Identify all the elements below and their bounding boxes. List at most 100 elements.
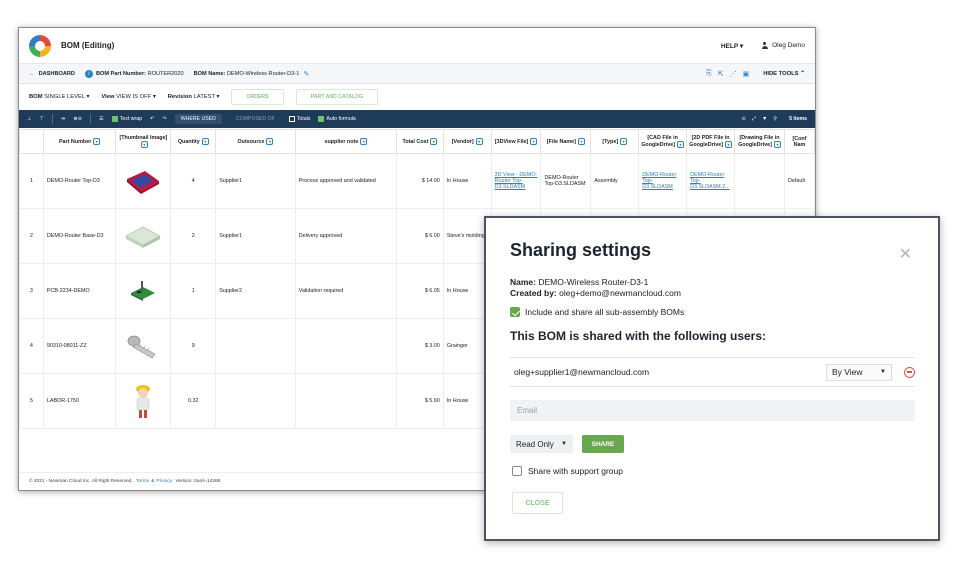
close-button[interactable]: CLOSE [512, 492, 563, 514]
share-icon[interactable]: ⋰ [730, 70, 737, 78]
part-number-cell[interactable]: PCB-2234-DEMO [42, 263, 117, 319]
user-permission-select[interactable]: By View ▼ [826, 363, 892, 381]
col-header[interactable]: supplier note ▾ [294, 129, 398, 154]
thumbnail-cell[interactable] [115, 373, 172, 429]
export-icon[interactable]: ⎘ [706, 70, 712, 78]
quantity-cell[interactable]: 1 [170, 263, 217, 319]
composed-of-button[interactable]: COMPOSED OF [230, 114, 281, 124]
email-input[interactable] [510, 400, 915, 421]
col-header[interactable]: [CAD File in GoogleDrive] ▾ [638, 129, 688, 154]
back-arrow-icon[interactable]: ← [29, 71, 35, 77]
part-catalog-button[interactable]: PART AND CATALOG [295, 89, 379, 105]
pdf-file-link[interactable]: DEMO-Router Top-D3.SLDASM.2... [686, 153, 736, 209]
col-header[interactable]: Part Number ▾ [42, 129, 117, 154]
col-header[interactable]: [Drawing File in GoogleDrive] ▾ [734, 129, 785, 154]
quantity-cell[interactable]: 4 [170, 153, 217, 209]
supplier-note-cell[interactable]: Validation required [294, 263, 398, 319]
orders-button[interactable]: ORDERS [231, 89, 284, 105]
column-filter-icon[interactable]: ▾ [725, 141, 733, 148]
part-number-cell[interactable]: 90310-08011-ZZ [42, 318, 117, 374]
quantity-cell[interactable]: 9 [170, 318, 217, 374]
view-dropdown[interactable]: View VIEW IS OFF ▾ [101, 94, 155, 100]
add-row-icon[interactable]: ⊕⊖ [73, 116, 82, 122]
col-header[interactable]: [File Name] ▾ [540, 129, 592, 154]
col-header[interactable]: [Type] ▾ [590, 129, 640, 154]
part-number-cell[interactable]: DEMO-Router Top-D3 [42, 153, 117, 209]
column-filter-icon[interactable]: ▾ [475, 138, 483, 145]
quantity-cell[interactable]: 2 [170, 208, 217, 264]
bom-level-dropdown[interactable]: BOM SINGLE LEVEL ▾ [29, 94, 89, 100]
search-icon[interactable]: ⚲ [773, 116, 777, 122]
close-icon[interactable]: ✕ [899, 244, 912, 264]
column-filter-icon[interactable]: ▾ [266, 138, 274, 145]
support-group-row[interactable]: Share with support group [512, 466, 623, 476]
share-button[interactable]: SHARE [582, 435, 624, 453]
column-filter-icon[interactable]: ▾ [577, 138, 585, 145]
outsource-cell[interactable]: Supplier2 [215, 263, 296, 319]
outsource-cell[interactable] [215, 318, 296, 374]
where-used-button[interactable]: WHERE USED [174, 114, 222, 124]
access-level-select[interactable]: Read Only ▼ [510, 435, 573, 453]
insert-columns-icon[interactable]: ⇹ [61, 116, 65, 122]
outsource-cell[interactable] [215, 373, 296, 429]
column-filter-icon[interactable]: ▾ [140, 141, 148, 148]
col-header[interactable]: [3DView File] ▾ [490, 129, 542, 154]
column-filter-icon[interactable]: ▾ [620, 138, 628, 145]
text-wrap-toggle[interactable]: Text wrap [111, 116, 142, 122]
column-filter-icon[interactable]: ▾ [93, 138, 101, 145]
hierarchy-icon[interactable]: ⊥ [27, 116, 32, 122]
col-header[interactable]: [Vendor] ▾ [442, 129, 492, 154]
supplier-note-cell[interactable]: Delivery approved [294, 208, 398, 264]
include-subassemblies-row[interactable]: Include and share all sub-assembly BOMs [510, 307, 684, 317]
outsource-cell[interactable]: Supplier1 [215, 153, 296, 209]
part-number-cell[interactable]: DEMO-Router Base-D3 [42, 208, 117, 264]
cad-file-link[interactable]: DEMO-Router Top-D3.SLDASM [638, 153, 688, 209]
vendor-cell[interactable]: In House [442, 153, 492, 209]
drawing-file-cell[interactable] [734, 153, 785, 209]
dashboard-link[interactable]: DASHBOARD [39, 71, 75, 77]
hide-tools-button[interactable]: HIDE TOOLS ⌃ [763, 71, 805, 77]
terms-link[interactable]: Terms [136, 479, 149, 484]
info-icon[interactable]: i [84, 69, 93, 78]
part-number-cell[interactable]: LABOR-1750 [42, 373, 117, 429]
column-filter-icon[interactable]: ▾ [677, 141, 685, 148]
col-header[interactable]: Total Cost ▾ [396, 129, 444, 154]
outsource-cell[interactable]: Supplier1 [215, 208, 296, 264]
column-filter-icon[interactable]: ▾ [773, 141, 781, 148]
file-name-cell[interactable]: DEMO-Router Top-D3.SLDASM [540, 153, 592, 209]
include-subassemblies-checkbox[interactable] [510, 307, 520, 317]
auto-formula-toggle[interactable]: Auto formula [318, 116, 356, 122]
table-row[interactable]: 1 DEMO-Router Top-D3 4 Supplier1 Process… [19, 153, 815, 209]
open-icon[interactable]: ⇱ [718, 70, 724, 78]
filter-icon[interactable]: ⊤ [40, 116, 45, 122]
column-filter-icon[interactable]: ▾ [360, 138, 368, 145]
3d-view-link[interactable]: 3D View - DEMO-Router Top-D3.SLDASM [490, 153, 542, 209]
thumbnail-cell[interactable] [115, 208, 172, 264]
undo-icon[interactable]: ↶ [150, 116, 154, 122]
revision-dropdown[interactable]: Revision LATEST ▾ [168, 94, 220, 100]
column-filter-icon[interactable]: ▾ [201, 138, 209, 145]
quantity-cell[interactable]: 0.32 [170, 373, 217, 429]
column-filter-icon[interactable]: ▾ [430, 138, 438, 145]
privacy-link[interactable]: Privacy [156, 479, 172, 484]
col-header[interactable]: [Conf Nam [783, 129, 815, 154]
save-icon[interactable]: ▣ [743, 70, 750, 78]
column-filter-icon[interactable]: ▾ [530, 138, 538, 145]
redo-icon[interactable]: ↷ [162, 116, 166, 122]
type-cell[interactable]: Assembly [590, 153, 640, 209]
col-header[interactable]: Quantity ▾ [170, 129, 217, 154]
col-header[interactable]: [2D PDF File in GoogleDrive] ▾ [686, 129, 736, 154]
col-header[interactable]: [Thumbnail Image]▾ [115, 129, 172, 154]
remove-user-icon[interactable] [904, 366, 915, 378]
conf-name-cell[interactable]: Default [783, 153, 815, 209]
user-menu[interactable]: Oleg Demo [761, 42, 805, 49]
thumbnail-cell[interactable] [115, 153, 172, 209]
supplier-note-cell[interactable] [294, 318, 398, 374]
col-header[interactable]: Outsource ▾ [215, 129, 296, 154]
settings-icon[interactable]: ⊙ [742, 116, 746, 122]
help-menu[interactable]: HELP ▾ [721, 42, 743, 50]
funnel-icon[interactable]: ▼ [762, 116, 767, 122]
totals-toggle[interactable]: Totals [288, 116, 310, 122]
thumbnail-cell[interactable] [115, 263, 172, 319]
supplier-note-cell[interactable]: Process approved and validated [294, 153, 398, 209]
